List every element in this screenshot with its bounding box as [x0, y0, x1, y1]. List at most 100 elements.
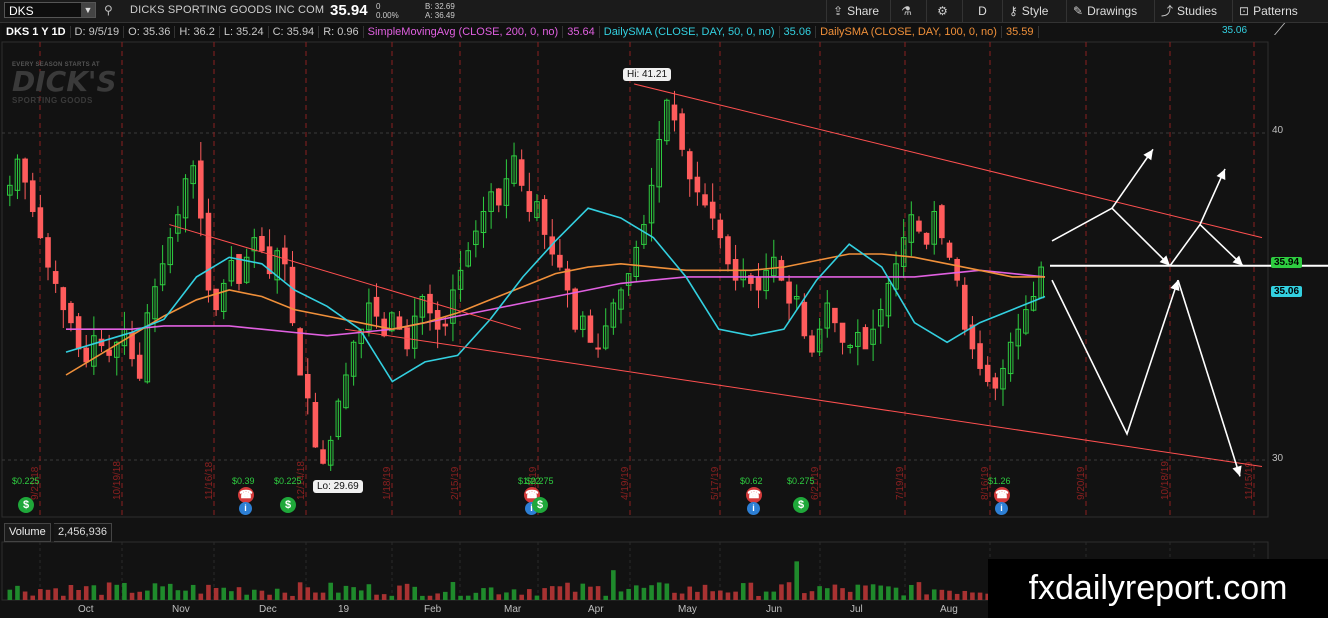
volume-bar: [7, 589, 13, 600]
candle-body: [702, 194, 708, 206]
earnings-info-icon[interactable]: i: [995, 502, 1008, 515]
volume-bar: [748, 582, 754, 600]
candle-body: [304, 373, 311, 399]
volume-bar: [458, 595, 463, 600]
candle-body: [992, 377, 999, 389]
volume-bar: [167, 583, 173, 600]
volume-bar: [824, 588, 830, 600]
volume-bar: [840, 588, 845, 600]
volume-bar: [786, 582, 792, 600]
candle-body: [862, 327, 869, 350]
volume-bar: [855, 584, 861, 600]
sma-price-tag: 35.06: [1271, 286, 1303, 297]
candle-body: [282, 247, 288, 265]
candle-body: [373, 296, 380, 317]
candle-body: [923, 232, 930, 245]
dividend-icon[interactable]: $: [532, 497, 548, 513]
month-label: 19: [338, 604, 350, 615]
earnings-icon[interactable]: ☎: [994, 487, 1010, 503]
earnings-info-icon[interactable]: i: [747, 502, 760, 515]
volume-bar: [351, 587, 356, 600]
volume-bar: [358, 590, 364, 600]
volume-bar: [22, 591, 28, 600]
volume-bar: [53, 588, 58, 600]
last-price-tag: 35.94: [1271, 257, 1303, 268]
candle-body: [946, 242, 953, 258]
volume-bar: [221, 587, 227, 600]
volume-bar: [947, 590, 952, 600]
volume-bar: [977, 592, 983, 600]
dividend-icon[interactable]: $: [280, 497, 296, 513]
month-label: May: [678, 604, 697, 615]
earnings-icon[interactable]: ☎: [746, 487, 762, 503]
candle-body: [427, 293, 433, 314]
volume-bar: [305, 587, 311, 600]
volume-bar: [381, 594, 387, 600]
candle-body: [671, 104, 678, 121]
volume-bar: [30, 595, 36, 600]
volume-bar: [366, 584, 372, 600]
volume-bar: [404, 583, 410, 600]
bear-target-arrow: [1177, 279, 1241, 477]
volume-bar: [725, 592, 731, 600]
price-pane-border: [1, 41, 1269, 518]
volume-bar: [83, 586, 89, 600]
volume-bar: [290, 595, 295, 600]
candle-body: [75, 316, 82, 350]
candle-body: [259, 235, 265, 252]
expiry-date-label: 1/18/19: [382, 466, 393, 500]
volume-bar: [679, 593, 685, 600]
dividend-icon[interactable]: $: [18, 497, 34, 513]
expiry-date-label: 2/15/19: [450, 466, 461, 500]
month-label: Nov: [172, 604, 190, 615]
candle-body: [954, 258, 960, 281]
dividend-amount: $0.275: [526, 476, 554, 486]
volume-bar: [267, 594, 272, 600]
candle-body: [595, 347, 601, 350]
candle-body: [717, 219, 724, 239]
earnings-info-icon[interactable]: i: [239, 502, 252, 515]
candle-body: [686, 151, 693, 180]
candle-body: [541, 199, 548, 235]
price-chart[interactable]: 9/21/18 10/19/18 11/16/18 12/14/18 1/18/19 2/…: [0, 0, 1328, 618]
expiry-date-label: 10/19/18: [112, 461, 123, 500]
candle-body: [198, 160, 204, 219]
candle-body: [984, 364, 991, 383]
dividend-icon[interactable]: $: [793, 497, 809, 513]
earnings-amount: $0.39: [232, 476, 255, 486]
volume-label: Volume: [4, 523, 51, 542]
volume-bar: [656, 582, 662, 600]
candle-body: [839, 322, 846, 343]
volume-bar: [106, 582, 112, 600]
candle-body: [557, 254, 563, 268]
volume-bar: [633, 585, 639, 600]
volume-bar: [190, 584, 196, 600]
month-label: Feb: [424, 604, 442, 615]
volume-bar: [420, 595, 425, 600]
volume-bar: [664, 583, 670, 600]
volume-bar: [504, 592, 509, 600]
volume-bar: [886, 586, 891, 600]
candle-body: [587, 315, 594, 343]
candle-body: [755, 277, 762, 291]
y-tick-40: 40: [1272, 125, 1284, 136]
high-marker-label: Hi: 41.21: [623, 68, 672, 81]
volume-bar: [549, 586, 555, 600]
volume-bar: [710, 591, 715, 600]
volume-bar: [733, 591, 738, 600]
earnings-icon[interactable]: ☎: [238, 487, 254, 503]
volume-bar: [962, 590, 968, 600]
brand-watermark: fxdailyreport.com: [988, 559, 1328, 618]
month-label: Oct: [78, 604, 94, 615]
volume-bar: [68, 584, 74, 600]
volume-bar: [771, 591, 777, 600]
volume-bar: [779, 584, 784, 600]
dividend-amount: $0.225: [12, 476, 40, 486]
volume-bar: [901, 595, 906, 600]
volume-bar: [137, 591, 142, 600]
volume-bar: [374, 594, 379, 600]
volume-bar: [313, 592, 318, 600]
volume-bar: [756, 595, 761, 600]
volume-bar: [878, 585, 884, 600]
volume-bar: [213, 587, 219, 600]
